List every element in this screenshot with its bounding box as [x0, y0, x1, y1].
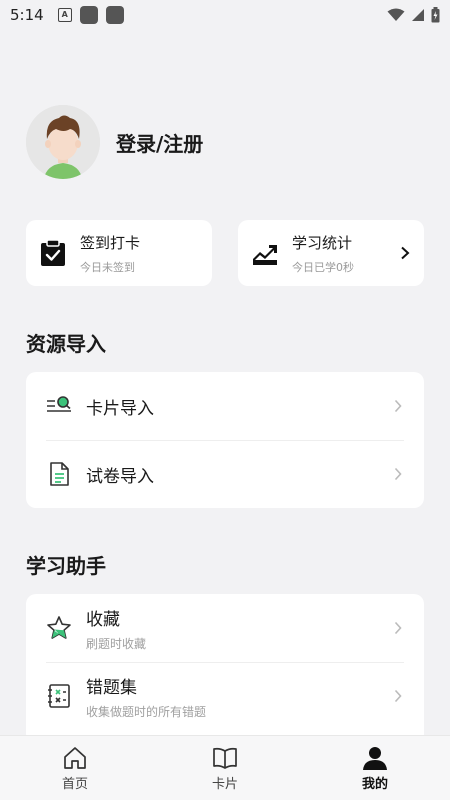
notification-app-icon: [79, 6, 98, 24]
checkin-status: 今日未签到: [80, 260, 135, 274]
checkin-card[interactable]: 签到打卡 今日未签到: [26, 220, 212, 286]
avatar-icon: [26, 105, 100, 179]
learning-assistant-list: 收藏 刷题时收藏 错题集 收集做题时的所有错题: [26, 594, 424, 744]
notification-a-icon: A: [57, 8, 72, 22]
signal-icon: [412, 9, 424, 21]
tab-mine[interactable]: 我的: [300, 736, 450, 800]
list-item-card-import[interactable]: 卡片导入: [26, 372, 424, 440]
user-icon: [363, 746, 387, 770]
list-item-wrong-questions[interactable]: 错题集 收集做题时的所有错题: [26, 662, 424, 730]
battery-icon: [431, 7, 440, 23]
status-indicators: [387, 7, 440, 23]
document-icon: [50, 462, 69, 486]
list-item-paper-import[interactable]: 试卷导入: [26, 440, 424, 508]
tab-cards[interactable]: 卡片: [150, 736, 300, 800]
notification-app-icon: [105, 6, 124, 24]
home-icon: [64, 746, 86, 769]
wrong-questions-description: 收集做题时的所有错题: [86, 704, 207, 719]
study-stats-card[interactable]: 学习统计 今日已学0秒: [238, 220, 424, 286]
chevron-right-icon: [401, 246, 410, 260]
checkin-title: 签到打卡: [80, 233, 141, 252]
paper-import-label: 试卷导入: [86, 466, 154, 487]
favorites-description: 刷题时收藏: [86, 636, 147, 651]
bottom-nav: 首页 卡片 我的: [0, 735, 450, 800]
calendar-check-icon: [41, 239, 65, 266]
study-stats-time: 今日已学0秒: [292, 260, 354, 274]
wrong-questions-label: 错题集: [86, 677, 137, 698]
chevron-right-icon: [394, 467, 402, 481]
status-bar: 5:14 A: [0, 0, 450, 30]
login-register-link[interactable]: 登录/注册: [116, 128, 203, 157]
status-time: 5:14: [10, 6, 44, 24]
tab-cards-label: 卡片: [211, 776, 238, 792]
study-stats-title: 学习统计: [292, 233, 353, 252]
notebook-x-icon: [48, 684, 70, 708]
avatar[interactable]: [26, 105, 100, 179]
resource-import-list: 卡片导入 试卷导入: [26, 372, 424, 508]
profile-screen: 5:14 A 登录/注册 签到打卡 今日未签到 学习统计 今日已学0秒 资源导入…: [0, 0, 450, 800]
tab-mine-label: 我的: [361, 776, 388, 792]
card-import-label: 卡片导入: [86, 398, 154, 419]
profile-header[interactable]: 登录/注册: [26, 105, 203, 179]
card-search-icon: [47, 396, 71, 412]
quick-actions: 签到打卡 今日未签到 学习统计 今日已学0秒: [26, 220, 424, 286]
tab-home[interactable]: 首页: [0, 736, 150, 800]
book-icon: [213, 747, 237, 769]
notification-icons: A: [57, 6, 124, 24]
chevron-right-icon: [394, 399, 402, 413]
list-item-favorites[interactable]: 收藏 刷题时收藏: [26, 594, 424, 662]
tab-home-label: 首页: [61, 776, 88, 792]
wifi-icon: [387, 8, 405, 21]
trend-chart-icon: [253, 245, 277, 265]
chevron-right-icon: [394, 689, 402, 703]
section-title-learning-assistant: 学习助手: [26, 554, 106, 578]
section-title-resource-import: 资源导入: [26, 332, 106, 356]
favorites-label: 收藏: [86, 609, 120, 630]
star-icon: [47, 616, 71, 639]
chevron-right-icon: [394, 621, 402, 635]
